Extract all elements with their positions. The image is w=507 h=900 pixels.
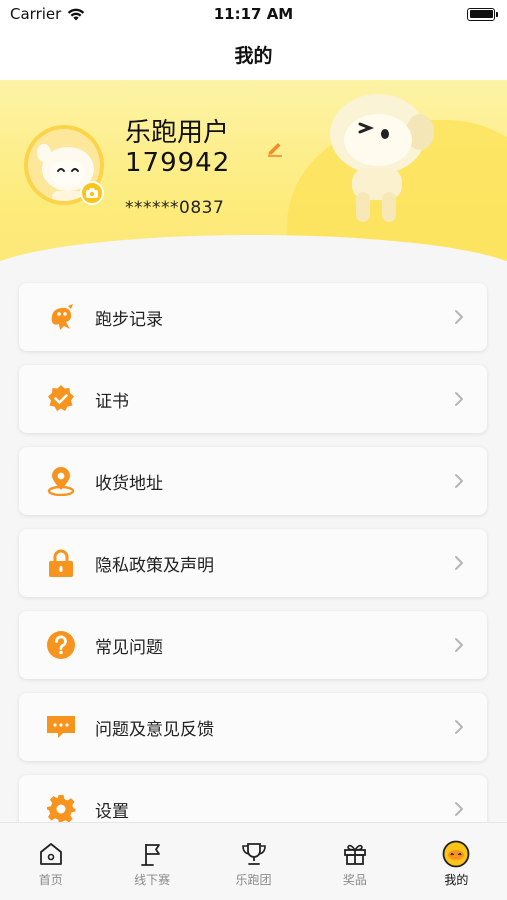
tab-label: 线下赛 <box>134 873 171 887</box>
nav-bar: 我的 <box>0 28 507 80</box>
edit-icon[interactable] <box>266 139 284 157</box>
tab-label: 首页 <box>38 873 63 887</box>
smiley-icon <box>442 840 470 868</box>
status-left: Carrier <box>10 5 85 23</box>
menu-item-label: 证书 <box>95 391 129 412</box>
running-record-icon <box>45 301 77 333</box>
menu-item-faq[interactable]: 常见问题 <box>19 611 487 679</box>
tab-label: 乐跑团 <box>235 873 272 887</box>
tab-prizes[interactable]: 奖品 <box>304 823 405 900</box>
menu-item-label: 常见问题 <box>95 637 163 658</box>
menu-item-shipping-address[interactable]: 收货地址 <box>19 447 487 515</box>
menu-item-feedback[interactable]: 问题及意见反馈 <box>19 693 487 761</box>
chevron-right-icon <box>455 474 463 488</box>
tab-running-club[interactable]: 乐跑团 <box>203 823 304 900</box>
menu-item-label: 问题及意见反馈 <box>95 719 214 740</box>
menu-item-label: 隐私政策及声明 <box>95 555 214 576</box>
lock-icon <box>45 547 77 579</box>
trophy-icon <box>240 840 268 868</box>
camera-icon <box>86 188 98 198</box>
wifi-icon <box>68 8 85 20</box>
question-icon <box>45 629 77 661</box>
tab-bar: 首页 线下赛 乐跑团 奖品 我的 <box>0 822 507 900</box>
menu-list: 跑步记录 证书 收货地址 隐私政策及声明 常见问题 问题及意见反馈 设置 <box>19 283 487 857</box>
chevron-right-icon <box>455 638 463 652</box>
tab-label: 我的 <box>444 873 469 887</box>
menu-item-label: 收货地址 <box>95 473 163 494</box>
user-phone: ******0837 <box>125 198 225 218</box>
tab-offline-race[interactable]: 线下赛 <box>101 823 202 900</box>
menu-item-certificate[interactable]: 证书 <box>19 365 487 433</box>
carrier-label: Carrier <box>10 5 62 23</box>
gear-icon <box>45 793 77 825</box>
change-avatar-button[interactable] <box>80 181 104 205</box>
home-icon <box>37 840 65 868</box>
user-name: 乐跑用户 <box>125 118 230 148</box>
menu-item-privacy-policy[interactable]: 隐私政策及声明 <box>19 529 487 597</box>
menu-item-running-record[interactable]: 跑步记录 <box>19 283 487 351</box>
battery-icon <box>467 7 498 21</box>
tab-mine[interactable]: 我的 <box>406 823 507 900</box>
menu-item-label: 跑步记录 <box>95 309 163 330</box>
gift-icon <box>341 840 369 868</box>
feedback-message-icon <box>45 711 77 743</box>
page-title: 我的 <box>234 44 273 67</box>
mascot-illustration <box>330 94 434 222</box>
chevron-right-icon <box>455 556 463 570</box>
tab-home[interactable]: 首页 <box>0 823 101 900</box>
status-bar: Carrier 11:17 AM <box>0 0 507 28</box>
chevron-right-icon <box>455 802 463 816</box>
certificate-icon <box>45 383 77 415</box>
chevron-right-icon <box>455 310 463 324</box>
flag-icon <box>138 840 166 868</box>
chevron-right-icon <box>455 720 463 734</box>
chevron-right-icon <box>455 392 463 406</box>
tab-label: 奖品 <box>342 873 367 887</box>
battery-fill <box>469 10 493 18</box>
user-id: 179942 <box>125 148 231 178</box>
menu-item-label: 设置 <box>95 801 129 822</box>
location-pin-icon <box>45 465 77 497</box>
